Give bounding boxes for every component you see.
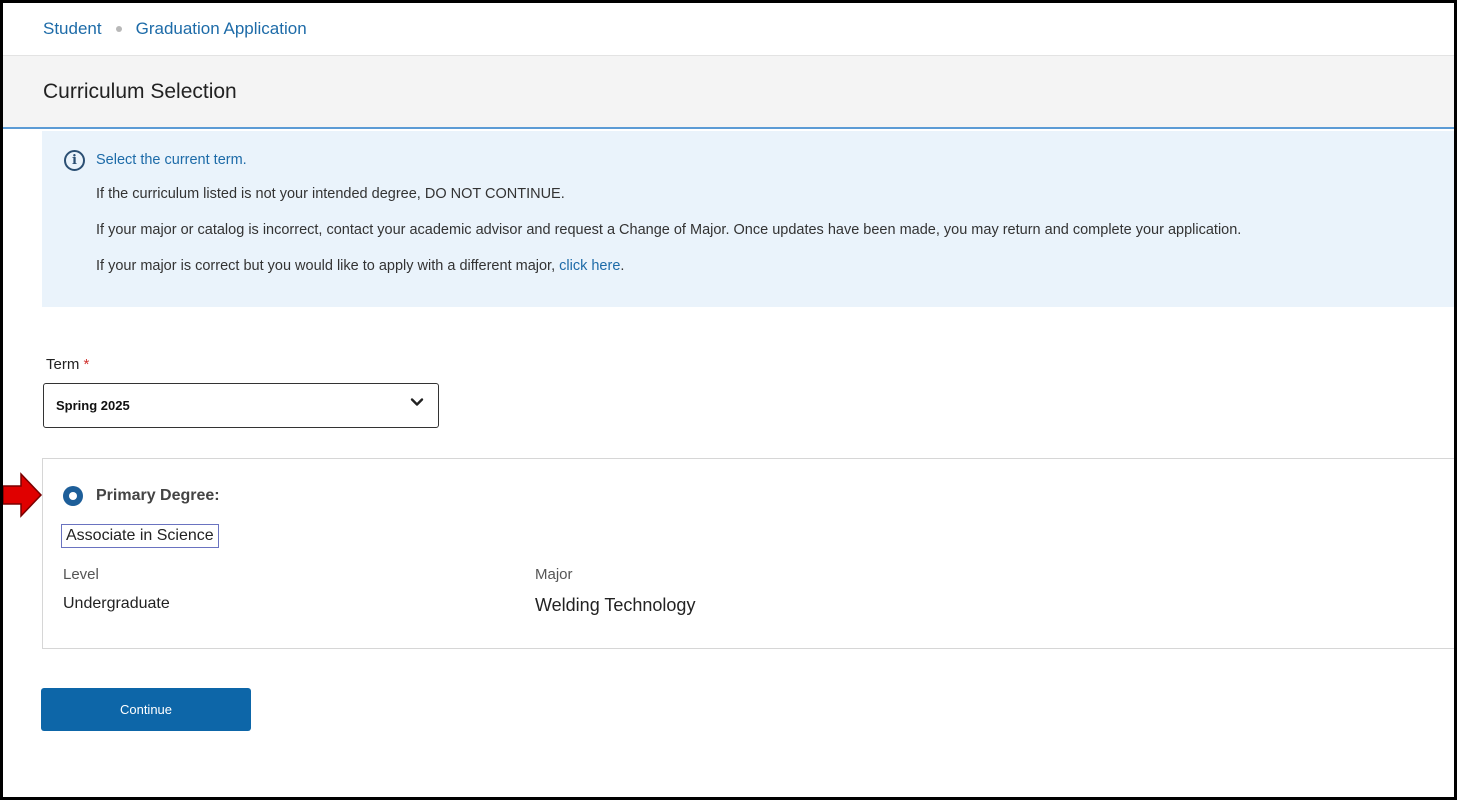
info-line-select-term: Select the current term. xyxy=(96,152,247,168)
info-line-different-major-text: If your major is correct but you would l… xyxy=(96,258,560,274)
degree-card: Primary Degree: Associate in Science Lev… xyxy=(42,458,1454,649)
primary-degree-radio[interactable] xyxy=(63,486,83,506)
breadcrumb-separator xyxy=(115,26,122,32)
term-selected-value: Spring 2025 xyxy=(56,398,130,413)
required-mark: * xyxy=(83,356,90,373)
info-line-do-not-continue: If the curriculum listed is not your int… xyxy=(96,186,565,202)
chevron-down-icon xyxy=(410,398,424,406)
info-icon: i xyxy=(64,150,85,171)
red-arrow-pointer-icon xyxy=(3,472,43,518)
info-line-period: . xyxy=(620,258,625,274)
level-value: Undergraduate xyxy=(63,595,170,612)
breadcrumb-graduation-application[interactable]: Graduation Application xyxy=(136,19,307,39)
degree-name: Associate in Science xyxy=(61,524,219,548)
page-title: Curriculum Selection xyxy=(43,79,237,103)
continue-button[interactable]: Continue xyxy=(41,688,251,731)
major-label: Major xyxy=(535,566,573,583)
primary-degree-title: Primary Degree: xyxy=(96,487,220,504)
breadcrumb-student[interactable]: Student xyxy=(43,19,102,39)
radio-selected-dot xyxy=(69,492,77,500)
info-line-change-major: If your major or catalog is incorrect, c… xyxy=(96,222,1242,238)
click-here-link[interactable]: click here xyxy=(559,258,620,274)
page-header: Curriculum Selection xyxy=(3,56,1454,129)
major-value: Welding Technology xyxy=(535,595,696,615)
term-label-text: Term xyxy=(46,356,80,373)
level-label: Level xyxy=(63,566,99,583)
info-line-different-major: If your major is correct but you would l… xyxy=(96,258,624,274)
info-notice: i Select the current term. If the curric… xyxy=(42,131,1454,307)
breadcrumb: Student Graduation Application xyxy=(3,3,1454,56)
term-label: Term * xyxy=(46,356,89,373)
term-select[interactable]: Spring 2025 xyxy=(43,383,439,428)
